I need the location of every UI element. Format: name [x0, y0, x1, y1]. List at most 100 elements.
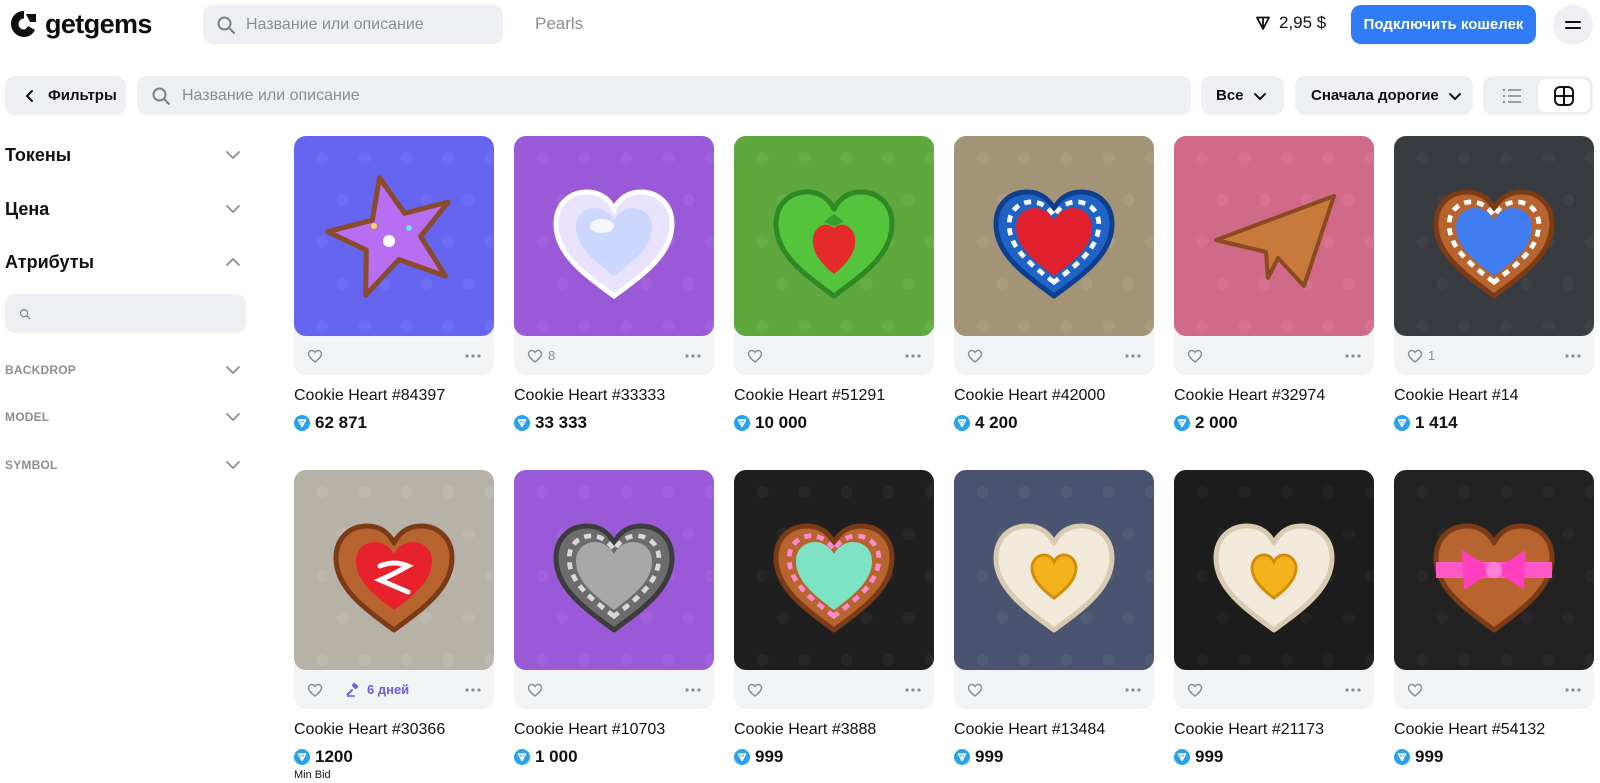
item-image-wrap[interactable] [954, 470, 1154, 670]
more-options-button[interactable] [684, 681, 702, 699]
item-card[interactable]: 6 дней Cookie Heart #30366 1200 Min Bid [294, 470, 494, 781]
item-name[interactable]: Cookie Heart #84397 [294, 387, 494, 405]
connect-wallet-button[interactable]: Подключить кошелек [1351, 5, 1536, 44]
item-image-wrap[interactable] [294, 136, 494, 336]
more-options-button[interactable] [1344, 347, 1362, 365]
more-options-icon [1125, 687, 1141, 692]
attribute-search[interactable] [5, 294, 246, 333]
attribute-search-input[interactable] [39, 304, 246, 323]
more-options-button[interactable] [1344, 681, 1362, 699]
like-button[interactable] [747, 682, 768, 698]
like-button[interactable] [307, 348, 328, 364]
ton-coin-icon [734, 749, 750, 765]
item-card[interactable]: 8 Cookie Heart #33333 33 333 [514, 136, 714, 433]
item-card[interactable]: Cookie Heart #32974 2 000 [1174, 136, 1374, 433]
heart-icon [1407, 683, 1423, 697]
like-button[interactable]: 1 [1407, 348, 1435, 364]
balance[interactable]: 2,95 $ [1255, 13, 1326, 33]
item-card[interactable]: Cookie Heart #13484 999 [954, 470, 1154, 767]
item-card[interactable]: Cookie Heart #54132 999 [1394, 470, 1594, 767]
more-options-button[interactable] [464, 347, 482, 365]
item-card[interactable]: Cookie Heart #21173 999 [1174, 470, 1374, 767]
item-name[interactable]: Cookie Heart #30366 [294, 721, 494, 739]
item-name[interactable]: Cookie Heart #32974 [1174, 387, 1374, 405]
item-card[interactable]: 1 Cookie Heart #14 1 414 [1394, 136, 1594, 433]
item-name[interactable]: Cookie Heart #14 [1394, 387, 1594, 405]
chevron-left-icon [26, 89, 33, 102]
item-name[interactable]: Cookie Heart #54132 [1394, 721, 1594, 739]
item-name[interactable]: Cookie Heart #33333 [514, 387, 714, 405]
filter-section-attributes[interactable]: Атрибуты [5, 247, 246, 277]
item-actions [954, 336, 1154, 375]
item-name[interactable]: Cookie Heart #51291 [734, 387, 934, 405]
sort-dropdown[interactable]: Сначала дорогие [1295, 76, 1473, 115]
item-image-wrap[interactable] [734, 136, 934, 336]
more-options-button[interactable] [904, 347, 922, 365]
item-image-wrap[interactable] [954, 136, 1154, 336]
item-actions [1394, 670, 1594, 709]
item-image-wrap[interactable] [1394, 136, 1594, 336]
attribute-backdrop[interactable]: BACKDROP [5, 358, 246, 382]
more-options-button[interactable] [1124, 681, 1142, 699]
item-left-actions: 8 [527, 348, 555, 364]
more-options-button[interactable] [1124, 347, 1142, 365]
item-name[interactable]: Cookie Heart #10703 [514, 721, 714, 739]
search-icon [217, 16, 235, 34]
item-price-value: 999 [1415, 747, 1444, 766]
like-button[interactable] [1407, 682, 1428, 698]
item-card[interactable]: Cookie Heart #51291 10 000 [734, 136, 934, 433]
like-button[interactable] [1187, 348, 1208, 364]
like-button[interactable] [1187, 682, 1208, 698]
like-button[interactable] [967, 682, 988, 698]
like-button[interactable]: 8 [527, 348, 555, 364]
more-options-button[interactable] [904, 681, 922, 699]
heart-icon [307, 349, 323, 363]
item-card[interactable]: Cookie Heart #10703 1 000 [514, 470, 714, 767]
item-card[interactable]: Cookie Heart #3888 999 [734, 470, 934, 767]
items-search-input[interactable] [182, 86, 1191, 105]
status-filter-dropdown[interactable]: Все [1201, 76, 1284, 115]
item-image-wrap[interactable] [514, 136, 714, 336]
item-actions [514, 670, 714, 709]
item-name[interactable]: Cookie Heart #21173 [1174, 721, 1374, 739]
item-name[interactable]: Cookie Heart #3888 [734, 721, 934, 739]
attribute-symbol[interactable]: SYMBOL [5, 453, 246, 477]
item-image-wrap[interactable] [294, 470, 494, 670]
header-search[interactable] [203, 5, 503, 44]
item-card[interactable]: Cookie Heart #42000 4 200 [954, 136, 1154, 433]
heart-icon [1187, 683, 1203, 697]
ton-icon [1256, 16, 1270, 30]
item-card[interactable]: Cookie Heart #84397 62 871 [294, 136, 494, 433]
item-image-wrap[interactable] [514, 470, 714, 670]
list-view-button[interactable] [1486, 79, 1538, 112]
header-search-input[interactable] [246, 15, 503, 34]
more-options-button[interactable] [1564, 347, 1582, 365]
logo[interactable]: getgems [9, 9, 152, 39]
collection-link[interactable]: Pearls [535, 14, 583, 34]
items-search[interactable] [137, 76, 1191, 115]
item-image-wrap[interactable] [1174, 470, 1374, 670]
like-button[interactable] [747, 348, 768, 364]
filters-toggle-button[interactable]: Фильтры [5, 76, 126, 115]
like-button[interactable] [307, 682, 328, 698]
menu-button[interactable] [1553, 5, 1593, 45]
more-options-button[interactable] [684, 347, 702, 365]
item-image-wrap[interactable] [1174, 136, 1374, 336]
more-options-button[interactable] [1564, 681, 1582, 699]
like-button[interactable] [527, 682, 548, 698]
more-options-icon [1345, 353, 1361, 358]
attribute-model[interactable]: MODEL [5, 405, 246, 429]
grid-view-button[interactable] [1538, 79, 1590, 112]
filter-section-tokens[interactable]: Токены [5, 140, 246, 170]
item-actions [1174, 336, 1374, 375]
like-button[interactable] [967, 348, 988, 364]
item-image-wrap[interactable] [1394, 470, 1594, 670]
filter-section-price[interactable]: Цена [5, 194, 246, 224]
item-image-wrap[interactable] [734, 470, 934, 670]
item-image [734, 136, 934, 336]
more-options-button[interactable] [464, 681, 482, 699]
item-price-value: 1 000 [535, 747, 578, 766]
item-name[interactable]: Cookie Heart #42000 [954, 387, 1154, 405]
item-price: 1 414 [1394, 413, 1594, 433]
item-name[interactable]: Cookie Heart #13484 [954, 721, 1154, 739]
